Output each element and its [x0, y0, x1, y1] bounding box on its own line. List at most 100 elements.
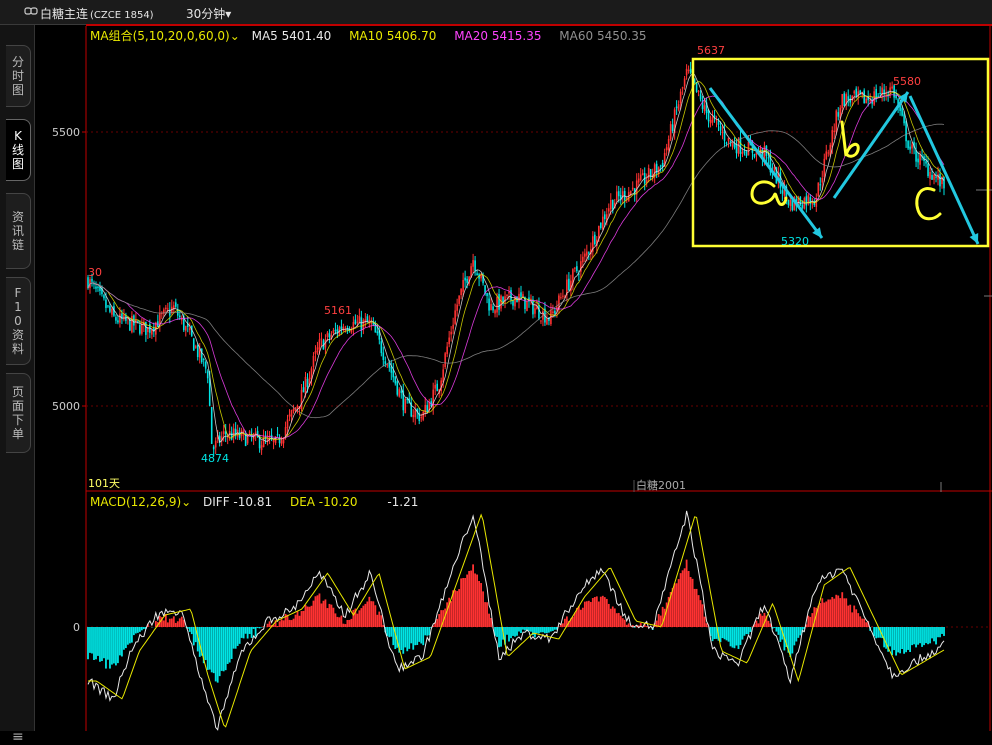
candle-body [789, 199, 792, 207]
candle-body [192, 338, 195, 351]
candle-body [488, 298, 490, 311]
candle-body [456, 304, 458, 311]
candle-body [827, 152, 830, 154]
contract-label: 白糖2001 [636, 478, 686, 492]
price-tick-label: 5500 [52, 126, 80, 139]
candle-body [159, 312, 161, 325]
candle-body [188, 328, 191, 331]
candle-body [398, 389, 401, 397]
low-box-label: 5320 [781, 235, 809, 248]
candle-body [119, 313, 121, 323]
candle-body [603, 214, 606, 220]
candle-body [91, 278, 93, 282]
candle-body [687, 70, 690, 72]
candle-body [683, 78, 686, 87]
low-bottom-label: 4874 [201, 452, 229, 465]
menu-icon[interactable]: ≡ [12, 729, 24, 745]
candle-body [909, 146, 911, 150]
candle-body [184, 326, 187, 331]
candle-body [681, 87, 684, 89]
arrow-down-c [908, 95, 980, 245]
candle-body [725, 142, 728, 144]
ma10-line [87, 80, 945, 441]
candle-body [883, 89, 885, 94]
candle-body [412, 414, 415, 418]
candle-body [927, 163, 929, 177]
candle-body [917, 158, 919, 163]
candle-body [552, 311, 554, 314]
candle-body [933, 174, 935, 180]
candle-body [109, 305, 111, 312]
ma-combo-label: MA组合(5,10,20,0,60,0) [90, 29, 230, 43]
candle-body [304, 376, 307, 395]
candle-body [907, 140, 909, 149]
candle-body [546, 318, 548, 325]
candle-body [659, 165, 662, 167]
candle-body [452, 324, 454, 329]
candle-body [538, 304, 540, 319]
arrow-down-a [708, 87, 824, 239]
candle-body [194, 346, 197, 348]
candle-body [288, 414, 291, 417]
candle-body [889, 87, 891, 94]
candle-body [212, 446, 215, 450]
candle-body [560, 297, 562, 299]
candle-body [404, 398, 407, 414]
candle-body [811, 203, 814, 205]
dea-value: DEA -10.20 [289, 495, 358, 509]
candle-body [661, 162, 664, 167]
ma60-value: MA60 5450.35 [559, 29, 647, 43]
candle-body [554, 310, 556, 314]
candle-body [384, 361, 387, 364]
candle-body [609, 200, 612, 210]
candle-body [847, 96, 850, 101]
candle-body [520, 292, 522, 297]
ma60-line [87, 123, 945, 419]
candle-body [865, 98, 867, 104]
candle-body [615, 191, 618, 201]
candle-body [879, 92, 881, 94]
candle-body [833, 130, 836, 133]
candle-body [354, 319, 357, 324]
candle-body [117, 320, 119, 323]
candle-body [292, 408, 295, 411]
candle-body [396, 381, 399, 395]
candle-body [689, 68, 692, 73]
candle-body [767, 157, 770, 159]
candle-body [719, 126, 722, 131]
candle-body [388, 363, 391, 368]
candle-body [611, 199, 614, 210]
candle-body [286, 419, 289, 428]
candle-body [382, 352, 385, 360]
candle-body [711, 117, 714, 123]
candle-body [510, 290, 512, 301]
candle-body [823, 158, 826, 177]
chevron-down-icon: ⌄ [181, 495, 192, 509]
candle-body [280, 440, 283, 445]
candle-body [817, 182, 820, 197]
candle-body [131, 315, 133, 333]
candle-body [631, 187, 634, 190]
ma-combo-selector[interactable]: MA组合(5,10,20,0,60,0)⌄ [90, 29, 240, 43]
candle-body [204, 361, 207, 369]
diff-value: DIFF -10.81 [203, 495, 273, 509]
kline-chart[interactable]: 5000 5500 0 5637 5580 5161 4874 5320 30 101天 白糖200… [0, 0, 992, 731]
candle-body [380, 341, 383, 354]
candle-body [665, 147, 668, 151]
candle-body [248, 431, 251, 434]
candle-body [328, 333, 331, 338]
candle-body [334, 329, 337, 331]
candle-body [588, 252, 590, 254]
macd-tick-label: 0 [73, 621, 80, 634]
candle-body [350, 330, 353, 333]
macd-selector[interactable]: MACD(12,26,9)⌄ [90, 495, 191, 509]
candle-body [312, 355, 315, 368]
candle-body [586, 251, 588, 256]
candle-body [432, 389, 434, 410]
candle-body [123, 314, 125, 320]
candle-body [458, 295, 460, 304]
candle-body [296, 406, 299, 409]
candle-body [939, 174, 941, 187]
candle-body [679, 91, 682, 104]
candle-body [699, 94, 702, 100]
